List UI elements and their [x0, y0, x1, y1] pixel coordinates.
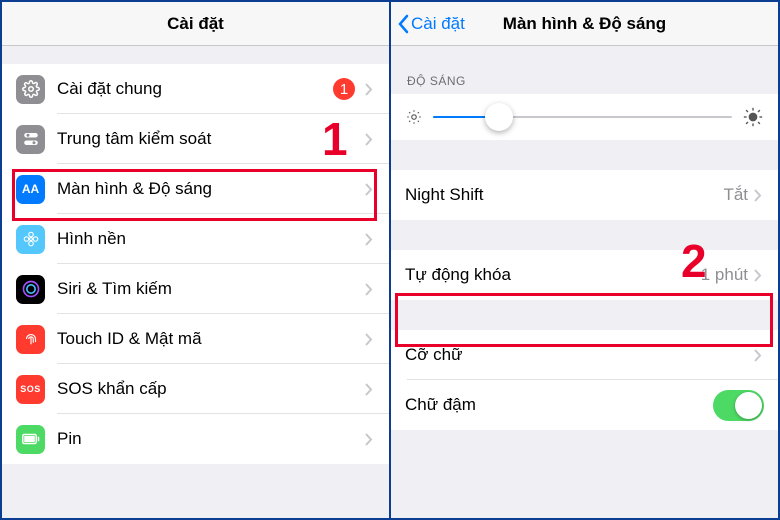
row-label: Night Shift: [405, 185, 723, 205]
row-value: 1 phút: [701, 265, 748, 285]
gear-icon: [16, 75, 45, 104]
notification-badge: 1: [333, 78, 355, 100]
settings-row-wallpaper[interactable]: Hình nền: [2, 214, 389, 264]
settings-row-siri[interactable]: Siri & Tìm kiếm: [2, 264, 389, 314]
row-bold-text[interactable]: Chữ đậm: [391, 380, 778, 430]
chevron-right-icon: [363, 133, 375, 146]
row-label: Trung tâm kiểm soát: [57, 129, 363, 149]
sun-max-icon: [742, 106, 764, 128]
display-content: ĐỘ SÁNG Night Shift Tắt: [391, 46, 778, 518]
settings-row-touchid[interactable]: Touch ID & Mật mã: [2, 314, 389, 364]
settings-list-container: Cài đặt chung 1 Trung tâm kiểm soát AA M…: [2, 46, 389, 518]
row-label: Màn hình & Độ sáng: [57, 179, 363, 199]
chevron-right-icon: [363, 333, 375, 346]
bold-text-toggle[interactable]: [713, 390, 764, 421]
brightness-slider-row: [391, 94, 778, 140]
settings-row-sos[interactable]: SOS SOS khẩn cấp: [2, 364, 389, 414]
row-label: Pin: [57, 429, 363, 449]
row-label: SOS khẩn cấp: [57, 379, 363, 399]
navbar-left: Cài đặt: [2, 2, 389, 46]
switches-icon: [16, 125, 45, 154]
navbar-title: Cài đặt: [167, 14, 224, 34]
row-value: Tắt: [723, 185, 748, 205]
fingerprint-icon: [16, 325, 45, 354]
navbar-right: Cài đặt Màn hình & Độ sáng: [391, 2, 778, 46]
back-label: Cài đặt: [411, 14, 465, 34]
display-brightness-screen: Cài đặt Màn hình & Độ sáng ĐỘ SÁNG: [389, 2, 778, 518]
settings-row-display[interactable]: AA Màn hình & Độ sáng: [2, 164, 389, 214]
sos-icon: SOS: [16, 375, 45, 404]
brightness-header: ĐỘ SÁNG: [391, 46, 778, 94]
chevron-right-icon: [363, 183, 375, 196]
chevron-right-icon: [363, 233, 375, 246]
chevron-right-icon: [752, 269, 764, 282]
chevron-right-icon: [363, 83, 375, 96]
navbar-title: Màn hình & Độ sáng: [503, 14, 666, 34]
sun-min-icon: [405, 108, 423, 126]
brightness-slider[interactable]: [433, 116, 732, 118]
row-auto-lock[interactable]: Tự động khóa 1 phút: [391, 250, 778, 300]
siri-icon: [16, 275, 45, 304]
chevron-right-icon: [752, 349, 764, 362]
text-size-icon: AA: [16, 175, 45, 204]
row-label: Touch ID & Mật mã: [57, 329, 363, 349]
settings-row-control-center[interactable]: Trung tâm kiểm soát: [2, 114, 389, 164]
row-label: Siri & Tìm kiếm: [57, 279, 363, 299]
row-label: Cài đặt chung: [57, 79, 333, 99]
row-label: Chữ đậm: [405, 395, 713, 415]
chevron-right-icon: [363, 283, 375, 296]
row-label: Cỡ chữ: [405, 345, 752, 365]
chevron-right-icon: [363, 383, 375, 396]
row-text-size[interactable]: Cỡ chữ: [391, 330, 778, 380]
row-night-shift[interactable]: Night Shift Tắt: [391, 170, 778, 220]
battery-icon: [16, 425, 45, 454]
back-button[interactable]: Cài đặt: [397, 2, 465, 46]
chevron-right-icon: [363, 433, 375, 446]
settings-row-general[interactable]: Cài đặt chung 1: [2, 64, 389, 114]
flower-icon: [16, 225, 45, 254]
chevron-right-icon: [752, 189, 764, 202]
row-label: Tự động khóa: [405, 265, 701, 285]
row-label: Hình nền: [57, 229, 363, 249]
settings-screen: Cài đặt Cài đặt chung 1 Trung tâm kiểm s…: [2, 2, 389, 518]
settings-row-battery[interactable]: Pin: [2, 414, 389, 464]
